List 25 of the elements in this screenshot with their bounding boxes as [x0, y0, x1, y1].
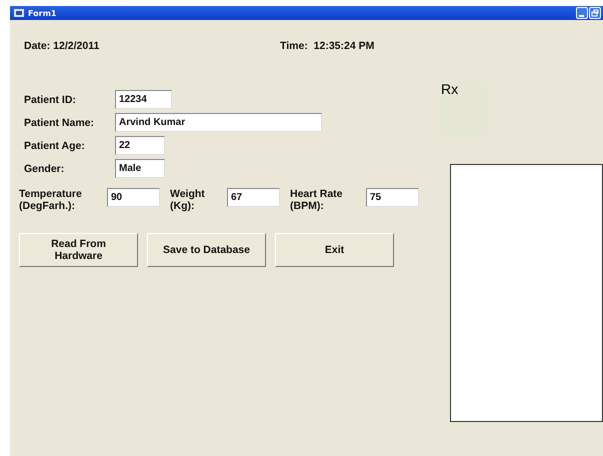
window-icon: [14, 9, 24, 17]
text-field[interactable]: 22: [115, 136, 165, 155]
field-label: Weight (Kg):: [170, 188, 206, 212]
rx-label: Rx: [441, 81, 458, 97]
text-field[interactable]: Male: [115, 159, 165, 178]
field-label: Patient Name:: [24, 116, 96, 128]
command-button[interactable]: Save to Database: [147, 233, 266, 267]
command-button[interactable]: Read From Hardware: [19, 233, 138, 267]
text-field[interactable]: 90: [107, 188, 160, 207]
field-label: Temperature (DegFarh.):: [19, 188, 83, 212]
field-label: Heart Rate (BPM):: [290, 188, 344, 212]
field-label: Gender:: [24, 162, 66, 174]
restore-icon: [591, 9, 599, 17]
command-button[interactable]: Exit: [275, 233, 394, 267]
minimize-button[interactable]: [576, 7, 588, 19]
restore-button[interactable]: [589, 7, 601, 19]
text-field[interactable]: 12234: [115, 90, 172, 109]
text-field[interactable]: Arvind Kumar: [115, 113, 322, 132]
window-title: Form1: [28, 8, 56, 18]
time-label: Time: 12:35:24 PM: [280, 40, 374, 52]
text-field[interactable]: 67: [227, 188, 280, 207]
field-label: Patient Age:: [24, 140, 86, 152]
text-field[interactable]: 75: [366, 188, 419, 207]
field-label: Patient ID:: [24, 94, 77, 106]
date-label: Date: 12/2/2011: [23, 40, 100, 52]
